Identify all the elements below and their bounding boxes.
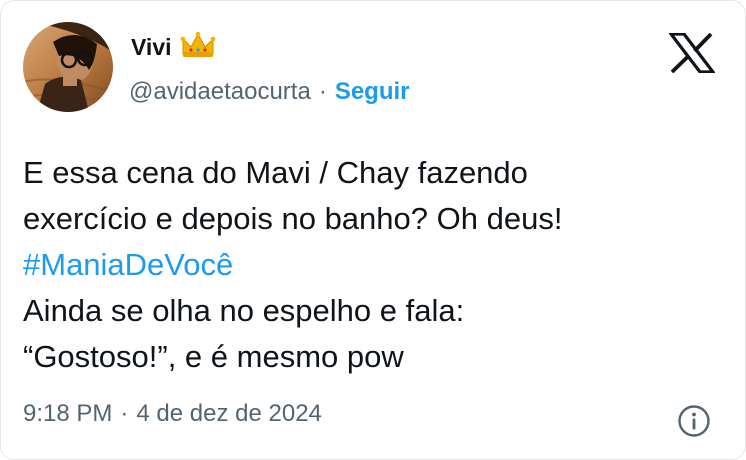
crown-icon	[180, 31, 216, 64]
avatar[interactable]	[23, 22, 113, 112]
tweet-text-line: Ainda se olha no espelho e fala:	[23, 293, 465, 328]
handle-row: @avidaetaocurta · Seguir	[129, 78, 410, 106]
tweet-date: 4 de dez de 2024	[136, 400, 322, 427]
x-logo-icon[interactable]	[667, 32, 717, 74]
timestamp-row[interactable]: 9:18 PM · 4 de dez de 2024	[23, 400, 322, 428]
tweet-text: E essa cena do Mavi / Chay fazendo exerc…	[23, 150, 723, 380]
hashtag-link[interactable]: #ManiaDeVocê	[23, 242, 723, 288]
tweet-time: 9:18 PM	[23, 400, 113, 427]
timestamp-separator: ·	[120, 400, 129, 427]
info-icon[interactable]	[677, 404, 711, 438]
display-name[interactable]: Vivi	[131, 34, 172, 61]
handle-separator: ·	[318, 78, 327, 105]
tweet-text-line: exercício e depois no banho? Oh deus!	[23, 201, 563, 236]
author-name-row: Vivi	[131, 31, 216, 64]
tweet-text-line: E essa cena do Mavi / Chay fazendo	[23, 155, 528, 190]
user-handle[interactable]: @avidaetaocurta	[129, 78, 311, 106]
tweet-text-line: “Gostoso!”, e é mesmo pow	[23, 339, 404, 374]
tweet-embed-card: Vivi @avidaetaocurta · Seguir E essa cen…	[0, 0, 746, 460]
follow-button[interactable]: Seguir	[335, 78, 410, 106]
